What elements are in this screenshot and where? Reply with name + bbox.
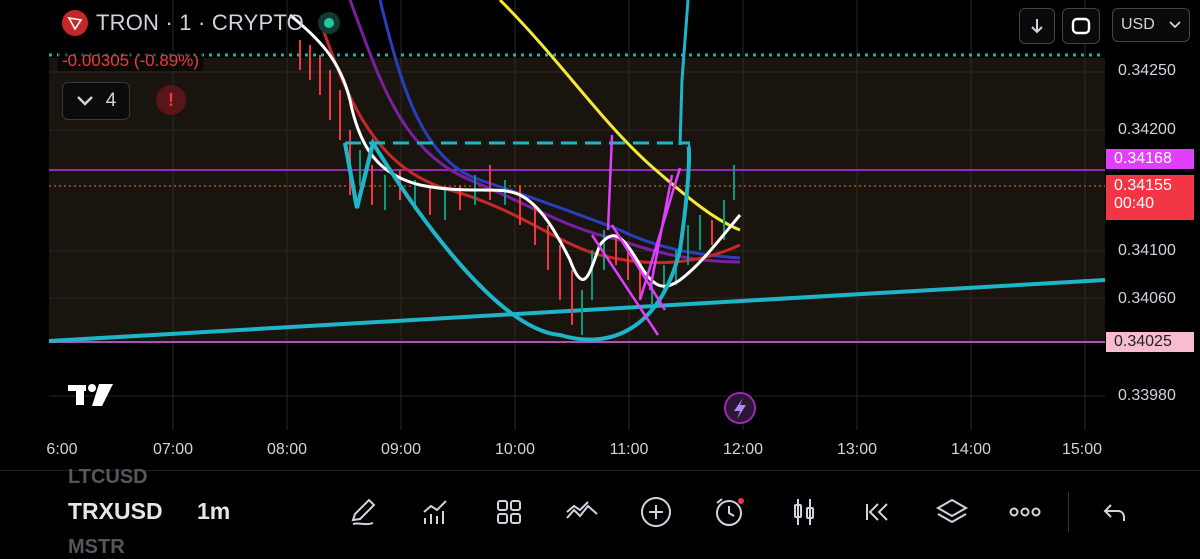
- price-label: 0.34200: [1118, 121, 1176, 138]
- price-label: 0.34250: [1118, 62, 1176, 79]
- patterns-icon: [566, 501, 598, 519]
- level-price-tag: 0.34168: [1106, 149, 1194, 169]
- layouts-button[interactable]: [489, 494, 529, 530]
- candles-icon: [794, 499, 814, 525]
- watchlist-item-above[interactable]: LTCUSD: [68, 466, 148, 489]
- price-label: 0.34100: [1118, 242, 1176, 259]
- replay-icon: [866, 503, 888, 521]
- draw-button[interactable]: [343, 494, 383, 530]
- time-label: 08:00: [266, 441, 308, 458]
- current-price-tag: 0.34155 00:40: [1106, 175, 1194, 220]
- layers-icon: [935, 498, 969, 524]
- tradingview-logo: [68, 384, 113, 406]
- time-label: 07:00: [152, 441, 194, 458]
- add-icon: [641, 497, 671, 527]
- time-label: 11:00: [609, 441, 649, 458]
- currency-label: USD: [1121, 16, 1155, 33]
- watchlist-item-below[interactable]: MSTR: [68, 536, 125, 559]
- current-price-value: 0.34155: [1114, 177, 1172, 194]
- symbol-header[interactable]: TRON · 1 · CRYPTO: [62, 10, 340, 36]
- time-label: 14:00: [950, 441, 992, 458]
- symbol-title: TRON · 1 · CRYPTO: [96, 10, 304, 35]
- alert-button[interactable]: [710, 494, 750, 530]
- download-button[interactable]: [1019, 8, 1055, 44]
- currency-selector[interactable]: USD: [1112, 8, 1190, 42]
- tron-logo-icon: [62, 10, 88, 36]
- chart-shaded-zone: [49, 58, 1105, 342]
- time-label: 12:00: [722, 441, 764, 458]
- time-label: 15:00: [1061, 441, 1103, 458]
- draw-icon: [351, 498, 376, 526]
- time-label: 6:00: [46, 441, 78, 458]
- more-icon: [1009, 507, 1041, 517]
- arrow-down-icon: [1031, 19, 1043, 34]
- divider: [0, 470, 1200, 471]
- fullscreen-icon: [1071, 17, 1091, 35]
- alert-clock-icon: [716, 498, 744, 526]
- price-change: -0.00305 (-0.89%): [58, 51, 204, 71]
- add-button[interactable]: [636, 494, 676, 530]
- undo-icon: [1103, 504, 1125, 521]
- chart-type-button[interactable]: [784, 494, 824, 530]
- layers-button[interactable]: [932, 494, 972, 530]
- patterns-button[interactable]: [562, 494, 602, 530]
- indicators-button[interactable]: [415, 494, 455, 530]
- timeframe-selector[interactable]: 1m: [197, 498, 230, 525]
- indicator-count: 4: [105, 90, 117, 111]
- price-label: 0.34060: [1118, 290, 1176, 307]
- replay-button[interactable]: [857, 494, 897, 530]
- layouts-icon: [497, 500, 521, 524]
- time-label: 13:00: [836, 441, 878, 458]
- watchlist-current-symbol[interactable]: TRXUSD: [68, 498, 163, 525]
- toolbar-divider: [1068, 492, 1069, 532]
- lightning-icon: [724, 392, 756, 424]
- fullscreen-button[interactable]: [1062, 8, 1100, 44]
- chevron-down-icon: [76, 96, 93, 106]
- indicators-toggle-button[interactable]: 4: [62, 82, 130, 120]
- chevron-down-icon: [1169, 21, 1181, 29]
- support-price-tag: 0.34025: [1106, 332, 1194, 352]
- warning-icon[interactable]: !: [156, 85, 186, 115]
- candle-countdown: 00:40: [1114, 195, 1155, 212]
- indicators-icon: [423, 500, 447, 524]
- time-label: 09:00: [380, 441, 422, 458]
- market-open-icon: [317, 12, 340, 34]
- more-button[interactable]: [1005, 494, 1045, 530]
- undo-button[interactable]: [1094, 494, 1134, 530]
- price-label: 0.33980: [1118, 387, 1176, 404]
- time-label: 10:00: [494, 441, 536, 458]
